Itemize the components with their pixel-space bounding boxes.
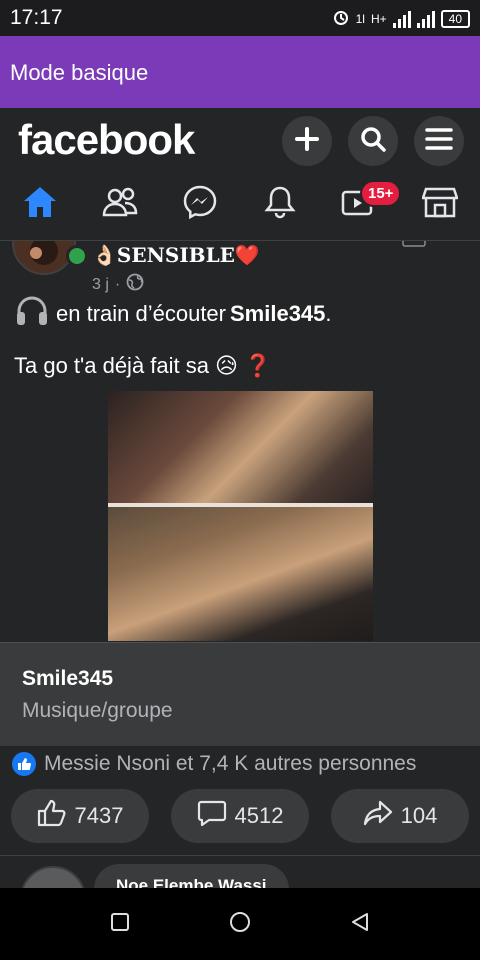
share-icon bbox=[363, 799, 393, 833]
nav-home[interactable] bbox=[20, 184, 60, 224]
activity-text: en train d’écouter bbox=[56, 301, 226, 326]
next-post-author[interactable]: Noe Elembe Wassi bbox=[94, 864, 289, 888]
status-time: 17:17 bbox=[10, 6, 63, 29]
activity-period: . bbox=[325, 301, 332, 326]
post-body-text: Ta go t'a déjà fait sa bbox=[14, 353, 209, 378]
question-mark-emoji: ❓ bbox=[243, 353, 272, 378]
music-link-card[interactable]: Smile345 Musique/groupe bbox=[0, 642, 480, 746]
status-icons: 1l H+ 40 bbox=[332, 8, 470, 29]
reactions-summary[interactable]: Messie Nsoni et 7,4 K autres personnes bbox=[12, 752, 416, 776]
search-button[interactable] bbox=[348, 116, 398, 166]
nav-notifications[interactable] bbox=[260, 184, 300, 224]
headphones-icon bbox=[14, 295, 50, 333]
author-name: SENSIBLE bbox=[116, 243, 235, 267]
author-suffix-emoji: ❤️ bbox=[234, 243, 260, 267]
post-author[interactable]: 👌🏻SENSIBLE❤️ bbox=[92, 243, 260, 267]
share-count: 104 bbox=[400, 803, 438, 828]
next-post-preview: Noe Elembe Wassi bbox=[0, 856, 480, 888]
post-meta: 3 j · bbox=[92, 273, 144, 296]
mode-bar-label: Mode basique bbox=[10, 60, 149, 85]
post-time[interactable]: 3 j bbox=[92, 276, 109, 294]
thumbs-up-icon bbox=[37, 799, 67, 833]
home-button[interactable] bbox=[226, 910, 254, 938]
alarm-icon bbox=[332, 8, 350, 29]
author-prefix-emoji: 👌🏻 bbox=[92, 243, 117, 267]
nav-marketplace[interactable] bbox=[420, 184, 460, 224]
back-button[interactable] bbox=[346, 910, 374, 938]
create-button[interactable] bbox=[282, 116, 332, 166]
bell-icon bbox=[264, 185, 296, 224]
friends-icon bbox=[101, 186, 139, 223]
reactions-text: Messie Nsoni et 7,4 K autres personnes bbox=[44, 752, 417, 775]
link-card-title: Smile345 bbox=[22, 667, 114, 690]
nav-messenger[interactable] bbox=[180, 184, 220, 224]
like-button[interactable]: 7437 bbox=[11, 789, 149, 843]
watch-badge: 15+ bbox=[360, 180, 402, 207]
link-card-category: Musique/groupe bbox=[22, 699, 173, 722]
like-reaction-icon bbox=[12, 752, 36, 776]
next-post-avatar[interactable] bbox=[20, 866, 86, 888]
like-count: 7437 bbox=[74, 803, 124, 828]
comment-count: 4512 bbox=[234, 803, 284, 828]
back-triangle-icon bbox=[349, 911, 371, 938]
globe-icon bbox=[126, 273, 144, 296]
menu-button[interactable] bbox=[414, 116, 464, 166]
home-icon bbox=[22, 185, 58, 224]
menu-icon bbox=[425, 127, 453, 156]
data-indicator: 1l bbox=[355, 11, 365, 26]
plus-icon bbox=[294, 126, 320, 157]
activity-artist[interactable]: Smile345 bbox=[230, 301, 325, 326]
circle-icon bbox=[228, 910, 252, 939]
messenger-icon bbox=[182, 184, 218, 225]
app-header: facebook 15+ bbox=[0, 108, 480, 240]
more-options-icon[interactable] bbox=[402, 241, 426, 251]
status-bar: 17:17 1l H+ 40 bbox=[0, 0, 480, 36]
square-icon bbox=[110, 912, 130, 937]
comment-icon bbox=[197, 799, 227, 833]
post-body: Ta go t'a déjà fait sa 😥 ❓ bbox=[14, 353, 271, 379]
online-indicator bbox=[66, 245, 88, 267]
search-icon bbox=[359, 125, 387, 158]
post-photo[interactable] bbox=[108, 391, 373, 641]
share-button[interactable]: 104 bbox=[331, 789, 469, 843]
signal-icon-2 bbox=[416, 10, 435, 28]
signal-icon bbox=[392, 10, 411, 28]
nav-friends[interactable] bbox=[100, 184, 140, 224]
photo-top-panel bbox=[108, 391, 373, 503]
facebook-logo[interactable]: facebook bbox=[18, 116, 195, 164]
network-type: H+ bbox=[370, 11, 387, 26]
sad-face-emoji: 😥 bbox=[215, 353, 238, 378]
recent-apps-button[interactable] bbox=[106, 910, 134, 938]
mode-bar[interactable]: Mode basique bbox=[0, 36, 480, 108]
battery-icon: 40 bbox=[440, 9, 470, 28]
marketplace-icon bbox=[421, 185, 459, 224]
meta-separator: · bbox=[114, 275, 121, 293]
activity-line: en train d’écouter Smile345. bbox=[14, 295, 332, 333]
comment-button[interactable]: 4512 bbox=[171, 789, 309, 843]
system-nav-bar bbox=[0, 888, 480, 960]
feed-post: 👌🏻SENSIBLE❤️ 3 j · en train d’écouter Sm… bbox=[0, 241, 480, 641]
photo-bottom-panel bbox=[108, 507, 373, 641]
